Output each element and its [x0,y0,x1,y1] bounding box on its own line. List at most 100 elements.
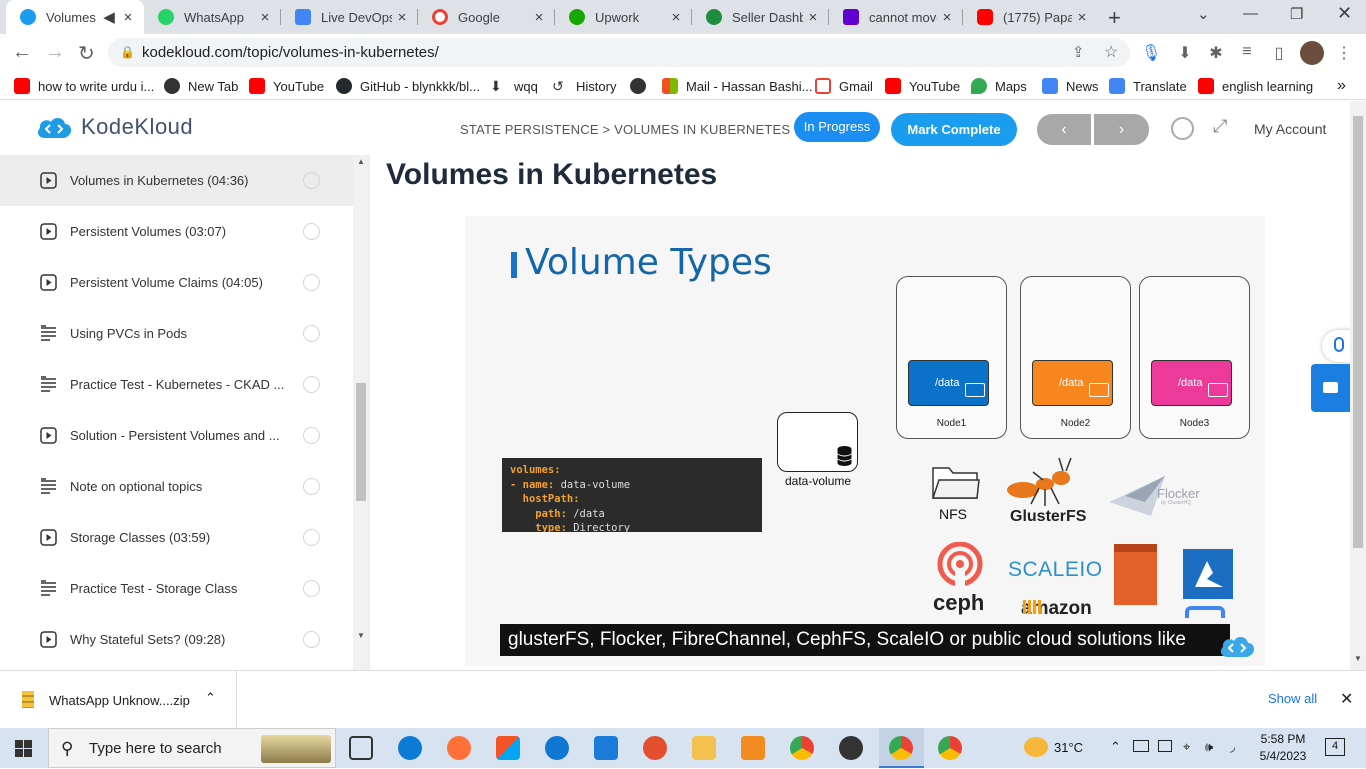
close-downloads-bar-icon[interactable]: ✕ [1340,689,1353,709]
side-panel-icon[interactable]: ▯ [1269,43,1289,63]
lesson-completion-circle[interactable] [303,529,320,546]
sidebar-lesson-item[interactable]: Storage Classes (03:59) [0,512,353,563]
sidebar-lesson-item[interactable]: Why Stateful Sets? (09:28) [0,614,353,665]
sidebar-lesson-item[interactable]: Practice Test - Storage Class [0,563,353,614]
bookmark-news[interactable]: News [1042,76,1099,96]
battery-icon[interactable] [1133,740,1149,752]
mark-complete-button[interactable]: Mark Complete [891,113,1017,146]
share-icon[interactable]: ⇪ [1072,38,1085,67]
tab-close-icon[interactable]: × [937,9,957,26]
page-scroll-down-icon[interactable]: ▼ [1354,654,1362,663]
tab-close-icon[interactable]: × [529,9,549,26]
bookmark-mail-hassan[interactable]: Mail - Hassan Bashi... [662,76,812,96]
sidebar-lesson-item[interactable]: Volumes in Kubernetes (04:36) [0,155,353,206]
tab-close-icon[interactable]: × [803,9,823,26]
windows-start-icon[interactable] [15,740,32,757]
in-progress-button[interactable]: In Progress [794,112,880,142]
kodekloud-logo[interactable]: KodeKloud [35,114,193,140]
volume-icon[interactable]: 🕪 [1205,739,1213,755]
lesson-completion-circle[interactable] [303,478,320,495]
skype-icon[interactable] [545,736,569,760]
weather-temperature[interactable]: 31°C [1054,740,1083,755]
tab-close-icon[interactable]: × [392,9,412,26]
tab-seller-dashboard[interactable]: Seller Dashbo × [692,0,829,34]
bookmark-star-icon[interactable]: ☆ [1104,38,1118,67]
forward-button[interactable]: → [45,41,65,64]
app-icon[interactable] [643,736,667,760]
lesson-completion-circle[interactable] [303,325,320,342]
next-lesson-button[interactable]: › [1094,114,1149,145]
bookmark-youtube[interactable]: YouTube [249,76,324,96]
sidebar-lesson-item[interactable]: Note on optional topics [0,461,353,512]
bookmark-history[interactable]: ↺ History [552,76,616,96]
chat-widget-button[interactable] [1311,364,1350,412]
page-scroll-thumb[interactable] [1353,116,1363,548]
tab-google[interactable]: Google × [418,0,555,34]
lesson-completion-circle[interactable] [303,376,320,393]
firefox-icon[interactable] [447,736,471,760]
dark-mode-toggle-icon[interactable] [1171,117,1194,140]
media-control-icon[interactable]: ≡ [1237,43,1257,63]
microsoft-store-icon[interactable] [496,736,520,760]
tab-close-icon[interactable]: × [666,9,686,26]
settings-app-icon[interactable] [741,736,765,760]
sidebar-lesson-item[interactable]: Persistent Volumes (03:07) [0,206,353,257]
edge-icon[interactable] [398,736,422,760]
file-explorer-icon[interactable] [692,736,716,760]
new-tab-button[interactable]: + [1108,5,1121,31]
clock-time[interactable]: 5:58 PM [1258,732,1308,746]
bookmark-translate[interactable]: Translate [1109,76,1187,96]
chrome-menu-icon[interactable]: ⋮ [1334,43,1354,63]
chrome-active-taskbar-item[interactable] [879,728,924,768]
wifi-icon[interactable]: ◞ [1230,739,1235,755]
tab-close-icon[interactable]: × [255,9,275,26]
address-bar[interactable]: 🔒 kodekloud.com/topic/volumes-in-kuberne… [108,38,1130,67]
bookmark-github[interactable]: GitHub - blynkkk/bl... [336,76,480,96]
network-icon[interactable] [1158,740,1172,752]
weather-icon[interactable] [1024,737,1048,757]
mail-icon[interactable] [594,736,618,760]
lesson-completion-circle[interactable] [303,580,320,597]
show-all-downloads-link[interactable]: Show all [1268,691,1317,706]
microphone-extension-icon[interactable]: 🎙 [1141,43,1161,63]
video-slide[interactable]: Volume Types /data Node1/data Node2/data No… [465,216,1265,666]
sidebar-scrollbar[interactable]: ▲ ▼ [353,155,369,670]
bookmark-english-learning[interactable]: english learning [1198,76,1313,96]
lesson-completion-circle[interactable] [303,223,320,240]
sidebar-scroll-thumb[interactable] [356,383,366,501]
bookmark-how-to-write-urdu[interactable]: how to write urdu i... [14,76,154,96]
my-account-link[interactable]: My Account [1254,121,1326,137]
bookmark-wqq[interactable]: ⬇ wqq [490,76,538,96]
sidebar-lesson-item[interactable]: Practice Test - Kubernetes - CKAD ... [0,359,353,410]
scroll-down-arrow-icon[interactable]: ▼ [357,631,365,640]
lesson-completion-circle[interactable] [303,172,320,189]
bookmark-new-tab[interactable]: New Tab [164,76,238,96]
bookmark-globe[interactable] [630,76,654,96]
notification-center-icon[interactable]: 4 [1325,738,1345,756]
minimize-button[interactable]: — [1243,5,1258,22]
maximize-button[interactable]: ❐ [1290,5,1303,23]
reload-button[interactable]: ↻ [78,41,95,66]
tab-volumes[interactable]: Volumes ◀ × [6,0,144,34]
back-button[interactable]: ← [12,41,32,64]
task-view-icon[interactable] [349,736,373,760]
lesson-completion-circle[interactable] [303,427,320,444]
sidebar-lesson-item[interactable]: Persistent Volume Claims (04:05) [0,257,353,308]
chrome-secondary-icon[interactable] [938,736,962,760]
tab-close-icon[interactable]: × [118,9,138,26]
tab-close-icon[interactable]: × [1072,9,1092,26]
close-window-button[interactable]: ✕ [1337,3,1352,24]
page-scrollbar[interactable]: ▼ [1350,101,1366,670]
profile-avatar[interactable] [1300,41,1324,65]
tab-search-chevron-icon[interactable]: ⌄ [1197,5,1210,23]
tab-youtube[interactable]: (1775) Papa J × [963,0,1098,34]
tab-live-devops[interactable]: Live DevOps × [281,0,418,34]
extensions-puzzle-icon[interactable]: ✱ [1206,43,1226,63]
lesson-completion-circle[interactable] [303,274,320,291]
mute-icon[interactable]: ◀ [102,8,116,26]
previous-lesson-button[interactable]: ‹ [1037,114,1091,145]
bookmark-youtube-2[interactable]: YouTube [885,76,960,96]
bookmarks-overflow-icon[interactable]: » [1337,76,1346,96]
lesson-completion-circle[interactable] [303,631,320,648]
scroll-up-arrow-icon[interactable]: ▲ [357,157,365,166]
